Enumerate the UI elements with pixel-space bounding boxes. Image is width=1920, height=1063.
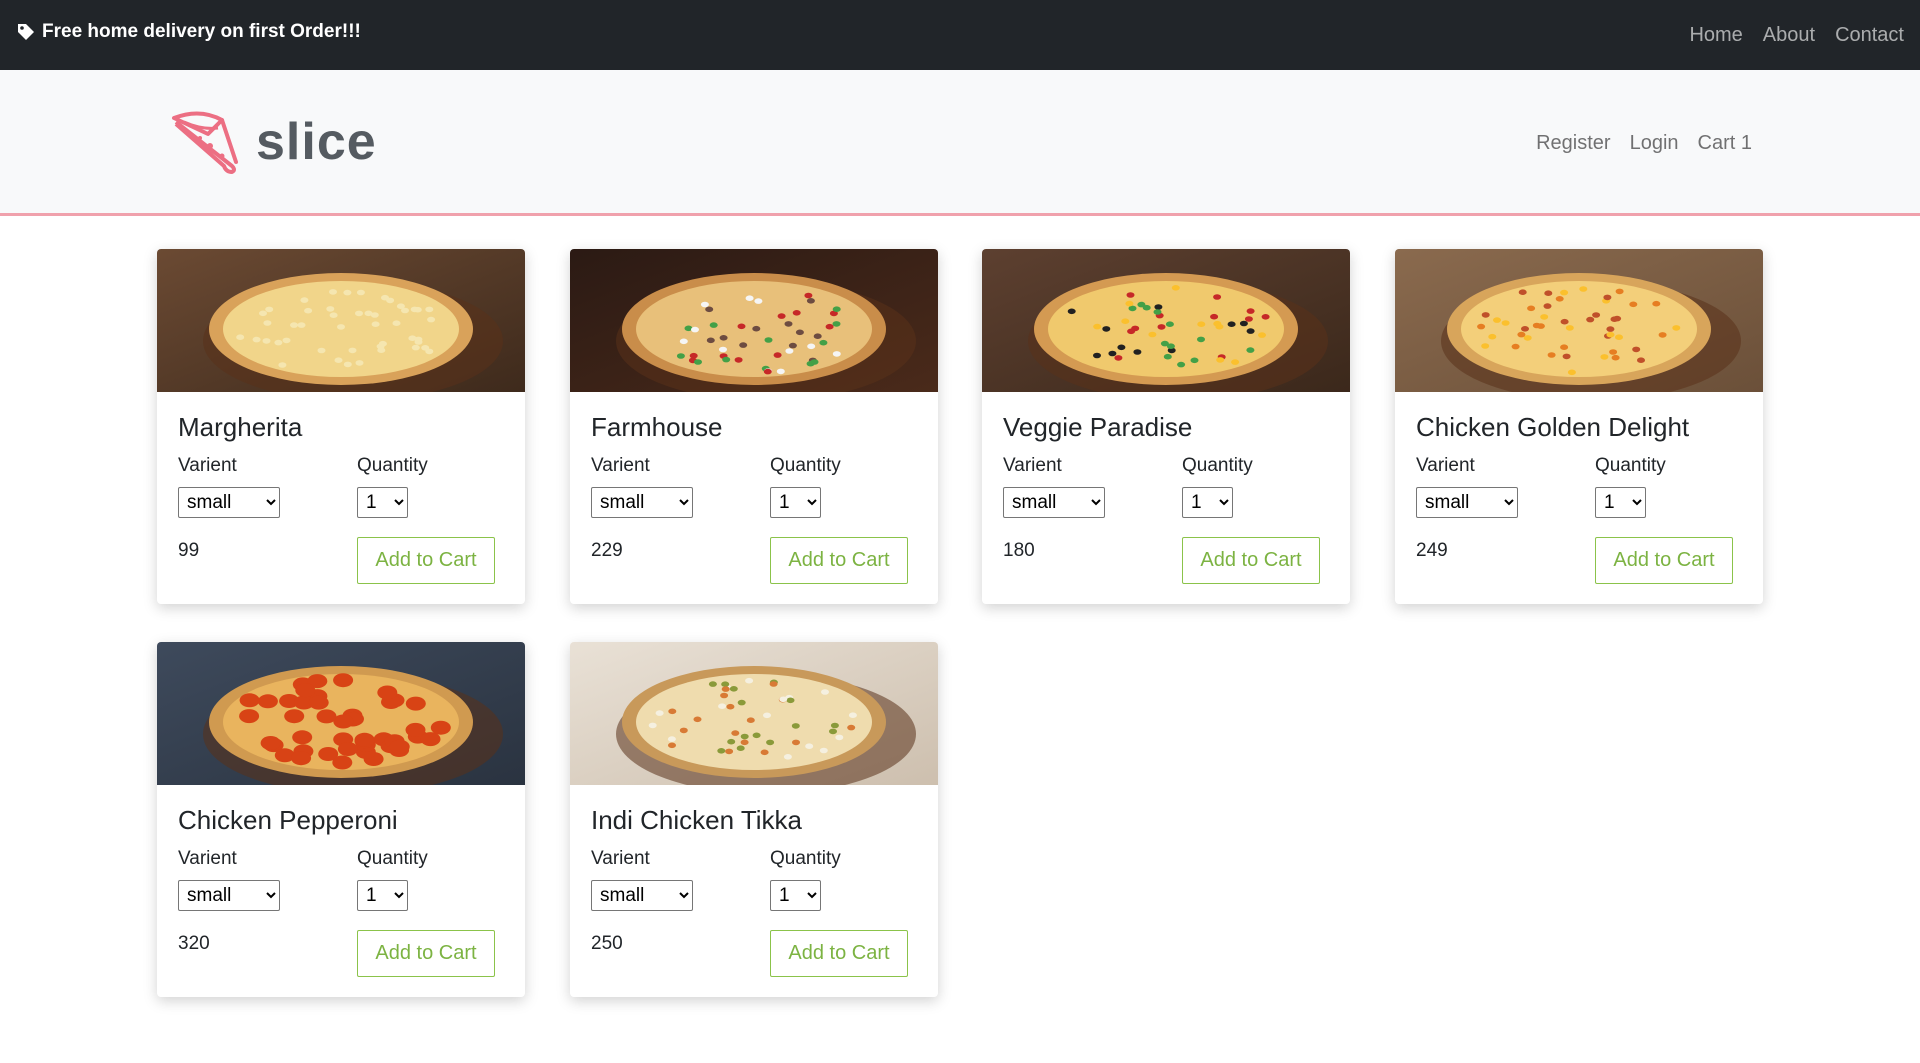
cart-link[interactable]: Cart 1 xyxy=(1698,132,1752,155)
product-card: Farmhouse Varient Quantity small 1 229 A… xyxy=(570,249,938,604)
product-image xyxy=(982,249,1350,392)
quantity-label: Quantity xyxy=(1595,455,1666,476)
product-image xyxy=(570,249,938,392)
quantity-label: Quantity xyxy=(357,455,428,476)
quantity-select[interactable]: 1 xyxy=(357,487,408,518)
add-to-cart-button[interactable]: Add to Cart xyxy=(770,930,908,977)
product-price: 250 xyxy=(591,933,623,954)
variant-label: Varient xyxy=(1416,455,1475,476)
product-card: Indi Chicken Tikka Varient Quantity smal… xyxy=(570,642,938,997)
variant-select[interactable]: small xyxy=(178,880,280,911)
brand-header: slice Register Login Cart 1 xyxy=(0,70,1920,216)
add-to-cart-button[interactable]: Add to Cart xyxy=(1182,537,1320,584)
variant-select[interactable]: small xyxy=(591,487,693,518)
quantity-label: Quantity xyxy=(770,455,841,476)
quantity-select[interactable]: 1 xyxy=(1595,487,1646,518)
nav-contact-link[interactable]: Contact xyxy=(1835,24,1904,47)
product-price: 320 xyxy=(178,933,210,954)
nav-about-link[interactable]: About xyxy=(1763,24,1815,47)
quantity-select[interactable]: 1 xyxy=(1182,487,1233,518)
product-name: Margherita xyxy=(178,412,303,442)
product-price: 249 xyxy=(1416,540,1448,561)
product-card: Chicken Golden Delight Varient Quantity … xyxy=(1395,249,1763,604)
variant-select[interactable]: small xyxy=(1416,487,1518,518)
product-price: 99 xyxy=(178,540,200,561)
product-card: Veggie Paradise Varient Quantity small 1… xyxy=(982,249,1350,604)
add-to-cart-button[interactable]: Add to Cart xyxy=(357,537,495,584)
variant-label: Varient xyxy=(178,455,237,476)
variant-label: Varient xyxy=(1003,455,1062,476)
variant-label: Varient xyxy=(591,848,650,869)
quantity-select[interactable]: 1 xyxy=(770,487,821,518)
add-to-cart-button[interactable]: Add to Cart xyxy=(770,537,908,584)
variant-select[interactable]: small xyxy=(1003,487,1105,518)
quantity-select[interactable]: 1 xyxy=(357,880,408,911)
product-price: 180 xyxy=(1003,540,1035,561)
product-image xyxy=(1395,249,1763,392)
quantity-label: Quantity xyxy=(357,848,428,869)
product-name: Chicken Pepperoni xyxy=(178,805,398,835)
product-name: Chicken Golden Delight xyxy=(1416,412,1690,442)
product-image xyxy=(157,249,525,392)
quantity-select[interactable]: 1 xyxy=(770,880,821,911)
product-name: Farmhouse xyxy=(591,412,723,442)
quantity-label: Quantity xyxy=(1182,455,1253,476)
variant-label: Varient xyxy=(591,455,650,476)
brand-name: slice xyxy=(256,113,377,171)
product-name: Indi Chicken Tikka xyxy=(591,805,802,835)
login-link[interactable]: Login xyxy=(1630,132,1679,155)
pizza-slice-icon xyxy=(172,111,238,174)
register-link[interactable]: Register xyxy=(1536,132,1610,155)
add-to-cart-button[interactable]: Add to Cart xyxy=(1595,537,1733,584)
user-nav: Register Login Cart 1 xyxy=(1536,132,1752,155)
product-card: Margherita Varient Quantity small 1 99 A… xyxy=(157,249,525,604)
top-nav: Home About Contact xyxy=(1689,24,1904,47)
brand-logo-link[interactable]: slice xyxy=(170,110,377,174)
product-card: Chicken Pepperoni Varient Quantity small… xyxy=(157,642,525,997)
promo-text: Free home delivery on first Order!!! xyxy=(42,21,361,42)
promo-banner: Free home delivery on first Order!!! xyxy=(16,21,361,43)
nav-home-link[interactable]: Home xyxy=(1689,24,1742,47)
product-name: Veggie Paradise xyxy=(1003,412,1193,442)
variant-select[interactable]: small xyxy=(591,880,693,911)
top-bar: Free home delivery on first Order!!! Hom… xyxy=(0,0,1920,70)
quantity-label: Quantity xyxy=(770,848,841,869)
tag-icon xyxy=(18,24,34,40)
product-image xyxy=(157,642,525,785)
product-price: 229 xyxy=(591,540,623,561)
variant-label: Varient xyxy=(178,848,237,869)
variant-select[interactable]: small xyxy=(178,487,280,518)
product-image xyxy=(570,642,938,785)
add-to-cart-button[interactable]: Add to Cart xyxy=(357,930,495,977)
